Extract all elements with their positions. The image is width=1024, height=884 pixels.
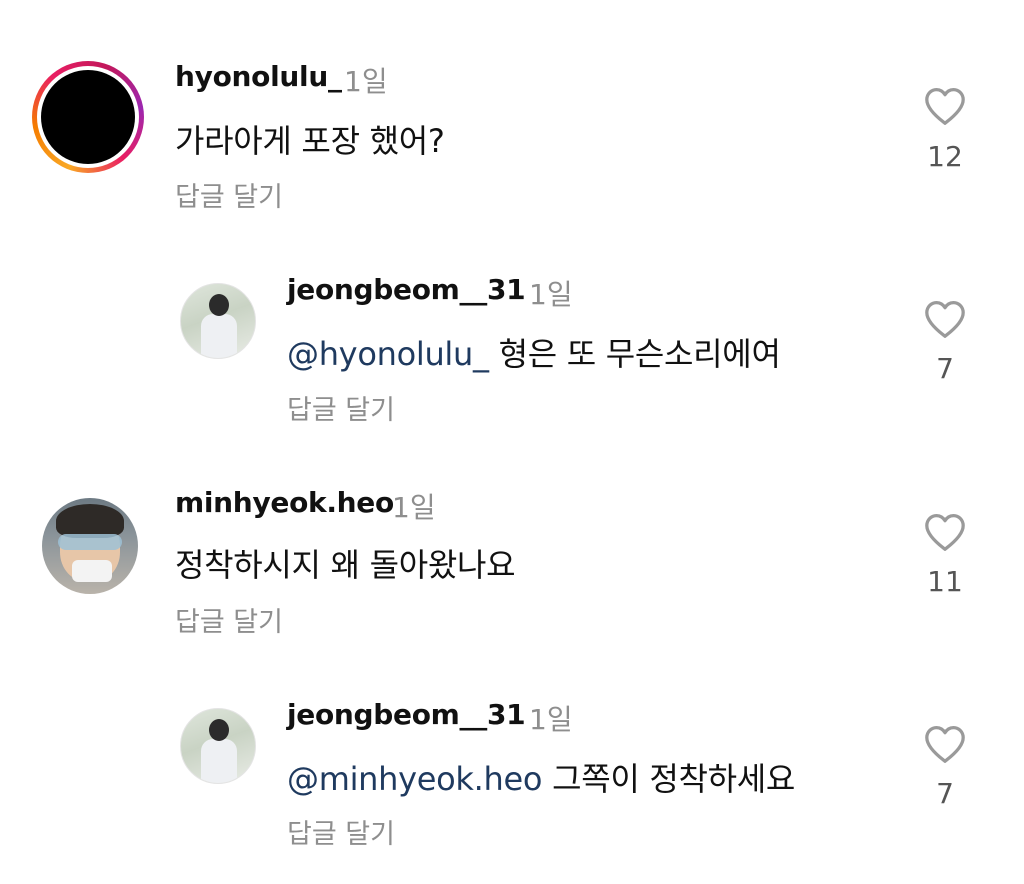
avatar[interactable] <box>180 283 256 359</box>
comment-username[interactable]: jeongbeom__31 <box>287 273 526 306</box>
comment-username[interactable]: minhyeok.heo <box>175 486 394 519</box>
like-count: 7 <box>936 352 954 385</box>
like-count: 11 <box>927 565 963 598</box>
avatar-hair <box>56 504 124 538</box>
comment-text: @hyonolulu_ 형은 또 무슨소리에여 <box>287 329 781 375</box>
comment-body: 형은 또 무슨소리에여 <box>498 335 781 373</box>
heart-outline-icon[interactable] <box>923 724 967 764</box>
comment-reply: jeongbeom__31 1일 @minhyeok.heo 그쪽이 정착하세요… <box>0 0 1024 850</box>
heart-outline-icon[interactable] <box>923 299 967 339</box>
reply-button[interactable]: 답글 달기 <box>287 388 395 427</box>
comment-timestamp: 1일 <box>529 278 573 311</box>
comment-body: 정착하시지 왜 돌아왔나요 <box>175 546 516 584</box>
avatar-figure-head <box>209 719 229 741</box>
reply-button[interactable]: 답글 달기 <box>175 600 283 639</box>
heart-outline-icon[interactable] <box>923 512 967 552</box>
avatar[interactable] <box>180 708 256 784</box>
comment-mention[interactable]: @minhyeok.heo <box>287 760 542 798</box>
comment-mention[interactable]: @hyonolulu_ <box>287 335 489 373</box>
avatar-sunglasses <box>58 534 122 550</box>
like-count: 7 <box>936 777 954 810</box>
comment-body: 그쪽이 정착하세요 <box>552 760 796 798</box>
avatar-figure-body <box>201 314 237 358</box>
comment-username[interactable]: jeongbeom__31 <box>287 698 526 731</box>
avatar-figure-body <box>201 739 237 783</box>
comment-text: 정착하시지 왜 돌아왔나요 <box>175 540 516 586</box>
avatar[interactable] <box>42 498 138 594</box>
comment-timestamp: 1일 <box>529 703 573 736</box>
avatar-figure-head <box>209 294 229 316</box>
comment-text: @minhyeok.heo 그쪽이 정착하세요 <box>287 754 795 800</box>
avatar-mask <box>72 560 112 582</box>
reply-button[interactable]: 답글 달기 <box>287 812 395 851</box>
comment-timestamp: 1일 <box>392 491 436 524</box>
